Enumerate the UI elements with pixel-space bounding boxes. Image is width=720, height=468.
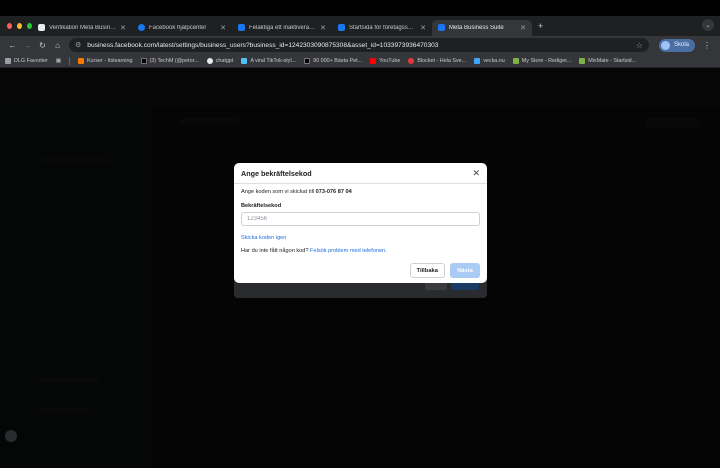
tab-close-icon[interactable]: ✕: [520, 24, 526, 32]
bookmark-star-icon[interactable]: ☆: [636, 41, 643, 50]
bookmarks-bar: DLG Favoriter ▦ Kurser - Itslearning (3)…: [0, 54, 720, 68]
tab-favicon: [238, 24, 245, 31]
close-icon[interactable]: ✕: [472, 168, 480, 179]
help-bubble-icon[interactable]: [5, 430, 17, 442]
window-controls: [0, 23, 32, 29]
bookmark-item[interactable]: 90 000+ Bästa Pet...: [304, 57, 362, 64]
bookmark-item[interactable]: A viral TikTok-styl...: [241, 57, 296, 64]
tab-title: Verifikation Meta Business Su: [49, 24, 117, 31]
tab-close-icon[interactable]: ✕: [120, 24, 126, 32]
browser-menu-icon[interactable]: ⋮: [703, 41, 711, 50]
shopify-icon: [512, 57, 519, 64]
tab-title: Startsida för företagssupport: [349, 24, 416, 31]
tab-close-icon[interactable]: ✕: [420, 24, 426, 32]
youtube-icon: [370, 57, 377, 64]
bookmark-item[interactable]: DLG Favoriter: [5, 57, 48, 64]
tab-title: Meta Business Suite: [449, 24, 504, 31]
dialog-footer: Tillbaka Nästa: [409, 263, 480, 278]
bookmark-item[interactable]: (3) TechM (@petor...: [140, 57, 199, 64]
tab-favicon: [338, 24, 345, 31]
close-window-button[interactable]: [7, 23, 12, 29]
help-text: Har du inte fått någon kod? Felsök probl…: [241, 248, 387, 254]
browser-toolbar: ← → ↻ ⌂ ⚙ business.facebook.com/latest/s…: [0, 36, 720, 54]
back-button[interactable]: Tillbaka: [409, 263, 445, 278]
bookmark-item[interactable]: chatgpt: [206, 57, 233, 64]
chatgpt-icon: [206, 57, 213, 64]
tab-favicon: [438, 24, 445, 31]
dialog-header: Ange bekräftelsekod ✕: [234, 163, 487, 184]
dialog-title: Ange bekräftelsekod: [241, 168, 312, 178]
verification-code-input[interactable]: [241, 212, 480, 226]
tab-verification[interactable]: Verifikation Meta Business Su ✕: [32, 20, 132, 36]
reload-icon[interactable]: ↻: [35, 41, 50, 50]
pexels-icon: [304, 57, 311, 64]
bookmark-item[interactable]: Kurser - Itslearning: [77, 57, 133, 64]
resend-code-link[interactable]: Skicka koden igen: [241, 235, 286, 241]
tab-close-icon[interactable]: ✕: [220, 24, 226, 32]
tab-favicon: [38, 24, 45, 31]
profile-label: Skola: [674, 42, 690, 48]
verification-code-dialog: Ange bekräftelsekod ✕ Ange koden som vi …: [234, 163, 487, 283]
blocket-icon: [408, 57, 415, 64]
apps-grid-icon[interactable]: ▦: [56, 58, 61, 64]
bookmark-item[interactable]: vecka.nu: [474, 57, 505, 64]
avatar: [661, 40, 670, 50]
tab-title: Facebook hjälpcenter: [149, 24, 207, 31]
shopify-icon: [579, 57, 586, 64]
dialog-description: Ange koden som vi skickat till 073-076 8…: [241, 189, 352, 195]
tab-title: Felaktiga ett inaktiverat eller lå: [249, 24, 316, 31]
bookmark-divider: [68, 56, 70, 65]
bookmark-item[interactable]: Blocket - Hela Sve...: [408, 57, 466, 64]
tab-search-icon[interactable]: ⌄: [702, 19, 714, 31]
tab-close-icon[interactable]: ✕: [320, 24, 326, 32]
tab-meta-business-suite[interactable]: Meta Business Suite ✕: [432, 19, 532, 36]
back-arrow-icon[interactable]: ←: [5, 41, 20, 50]
bookmark-item[interactable]: My Store - Rediger...: [512, 57, 571, 64]
tab-favicon: [138, 24, 145, 31]
site-settings-icon[interactable]: ⚙: [75, 41, 81, 49]
home-icon[interactable]: ⌂: [50, 41, 65, 50]
folder-icon: [5, 57, 11, 64]
forward-arrow-icon[interactable]: →: [20, 41, 35, 50]
code-field-label: Bekräftelsekod: [241, 203, 282, 209]
tab-disabled-account[interactable]: Felaktiga ett inaktiverat eller lå ✕: [232, 20, 332, 36]
bookmark-item[interactable]: MixMate - Startsid...: [579, 57, 636, 64]
new-tab-button[interactable]: +: [538, 21, 543, 31]
sparkle-icon: [241, 57, 248, 64]
troubleshoot-phone-link[interactable]: Felsök problem med telefonen.: [310, 248, 387, 254]
profile-button[interactable]: Skola: [659, 38, 696, 52]
dialog-body: Ange koden som vi skickat till 073-076 8…: [234, 189, 487, 254]
minimize-window-button[interactable]: [17, 23, 22, 29]
top-black-bar: [0, 0, 720, 16]
bookmark-item[interactable]: YouTube: [370, 57, 400, 64]
tab-business-support[interactable]: Startsida för företagssupport ✕: [332, 20, 432, 36]
tiktok-icon: [140, 57, 147, 64]
next-button[interactable]: Nästa: [450, 263, 480, 278]
phone-number: 073-076 87 04: [315, 189, 352, 195]
tab-help-center[interactable]: Facebook hjälpcenter ✕: [132, 20, 232, 36]
tab-strip: Verifikation Meta Business Su ✕ Facebook…: [0, 16, 720, 36]
itslearning-icon: [77, 57, 84, 64]
address-bar[interactable]: ⚙ business.facebook.com/latest/settings/…: [69, 38, 649, 52]
calendar-icon: [474, 57, 481, 64]
url-text[interactable]: business.facebook.com/latest/settings/bu…: [87, 42, 636, 49]
